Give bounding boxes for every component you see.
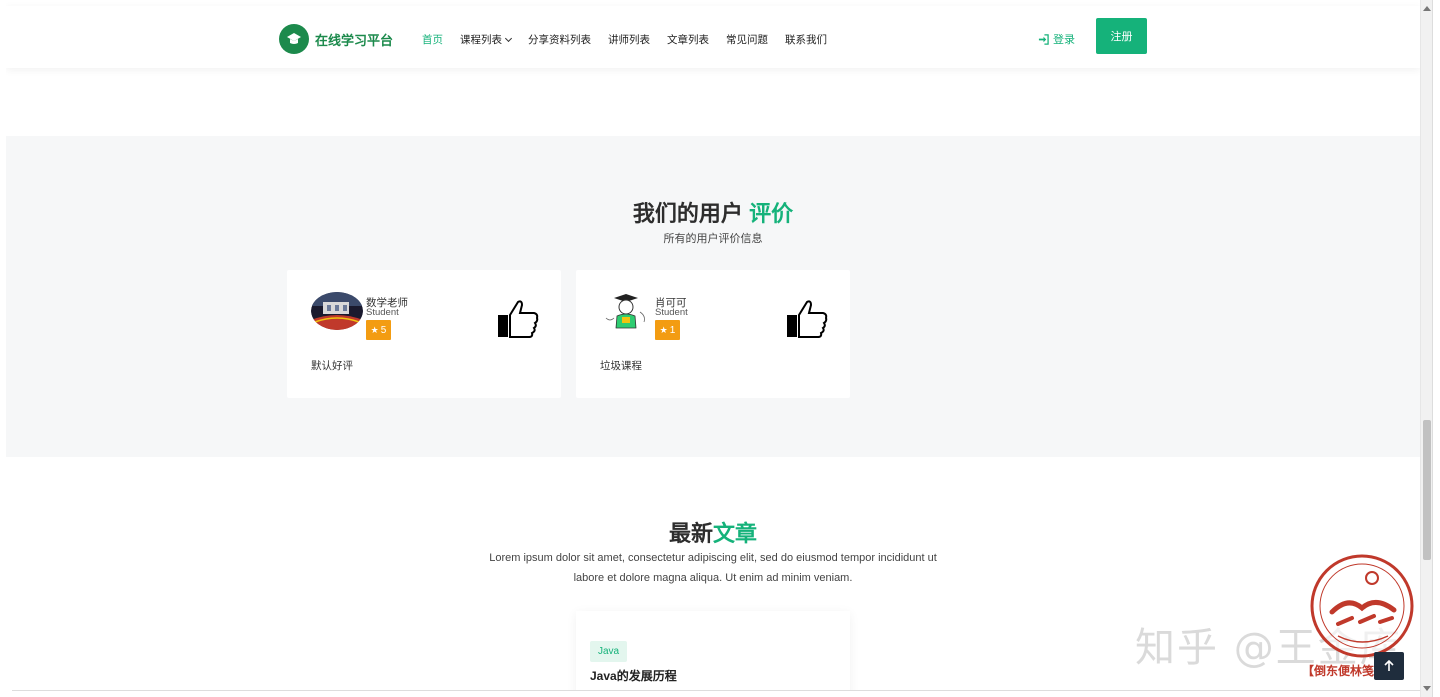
site-logo[interactable]: 在线学习平台 xyxy=(279,24,393,54)
article-tag[interactable]: Java xyxy=(590,641,628,662)
articles-title-accent: 文章 xyxy=(713,521,758,546)
nav-item-teachers[interactable]: 讲师列表 xyxy=(608,32,650,47)
back-to-top-button[interactable] xyxy=(1374,652,1404,680)
scroll-up-icon[interactable] xyxy=(1423,6,1431,11)
star-icon: ★ xyxy=(370,324,379,335)
rating-value: 5 xyxy=(380,324,387,336)
nav-item-articles[interactable]: 文章列表 xyxy=(667,32,709,47)
scroll-down-icon[interactable] xyxy=(1423,686,1431,691)
reviews-title-accent: 评价 xyxy=(749,201,794,226)
seal-stamp-icon xyxy=(1310,554,1414,658)
window-bottom-edge xyxy=(12,690,1420,697)
reviews-title-main: 我们的用户 xyxy=(632,201,743,226)
articles-title: 最新文章 xyxy=(6,516,1420,548)
reviews-section: 我们的用户 评价 所有的用户评价信息 数学老师 Student ★ 5 默认好评… xyxy=(6,136,1420,457)
login-label: 登录 xyxy=(1053,34,1075,46)
reviewer-role: Student xyxy=(655,307,688,318)
nav-item-courses[interactable]: 课程列表 xyxy=(460,32,513,47)
review-card: 肖可可 Student ★ 1 垃圾课程 xyxy=(576,270,850,398)
review-card: 数学老师 Student ★ 5 默认好评 xyxy=(287,270,561,398)
nav-item-shared-materials[interactable]: 分享资料列表 xyxy=(528,32,591,47)
arrow-up-icon xyxy=(1384,660,1394,671)
articles-description-line: Lorem ipsum dolor sit amet, consectetur … xyxy=(489,552,937,564)
rating-badge: ★ 1 xyxy=(655,320,680,340)
nav-item-home[interactable]: 首页 xyxy=(422,32,443,47)
articles-title-main: 最新 xyxy=(668,521,713,546)
reviewer-role: Student xyxy=(366,307,399,318)
review-comment: 垃圾课程 xyxy=(600,360,642,372)
vertical-scrollbar[interactable] xyxy=(1420,0,1432,697)
reviews-title: 我们的用户 评价 xyxy=(6,196,1420,228)
reviews-subtitle: 所有的用户评价信息 xyxy=(663,233,763,245)
avatar xyxy=(311,292,363,330)
browser-page: 在线学习平台 首页 课程列表 分享资料列表 讲师列表 文章列表 常见问题 联系我… xyxy=(6,0,1420,697)
nav-item-faq[interactable]: 常见问题 xyxy=(726,32,768,47)
rating-badge: ★ 5 xyxy=(366,320,391,340)
logo-icon xyxy=(279,24,309,54)
star-icon: ★ xyxy=(659,324,668,335)
logo-text: 在线学习平台 xyxy=(315,32,394,48)
scrollbar-thumb[interactable] xyxy=(1423,420,1431,560)
article-card[interactable]: Java Java的发展历程 xyxy=(576,611,850,697)
sign-in-icon xyxy=(1038,33,1049,45)
nav-item-courses-label: 课程列表 xyxy=(460,34,502,46)
main-nav: 首页 课程列表 分享资料列表 讲师列表 文章列表 常见问题 联系我们 xyxy=(422,32,844,47)
article-title[interactable]: Java的发展历程 xyxy=(590,667,677,684)
review-comment: 默认好评 xyxy=(311,360,353,372)
rating-value: 1 xyxy=(669,324,676,336)
site-header: 在线学习平台 首页 课程列表 分享资料列表 讲师列表 文章列表 常见问题 联系我… xyxy=(6,6,1420,68)
login-link[interactable]: 登录 xyxy=(1038,31,1075,47)
avatar xyxy=(600,292,652,330)
register-button[interactable]: 注册 xyxy=(1096,18,1147,54)
thumbs-up-icon xyxy=(787,300,828,338)
chevron-down-icon xyxy=(504,34,513,43)
thumbs-up-icon xyxy=(498,300,539,338)
nav-item-contact[interactable]: 联系我们 xyxy=(785,32,827,47)
articles-description: Lorem ipsum dolor sit amet, consectetur … xyxy=(6,548,1420,588)
window-edge xyxy=(1432,0,1440,697)
articles-description-line: labore et dolore magna aliqua. Ut enim a… xyxy=(573,572,853,584)
